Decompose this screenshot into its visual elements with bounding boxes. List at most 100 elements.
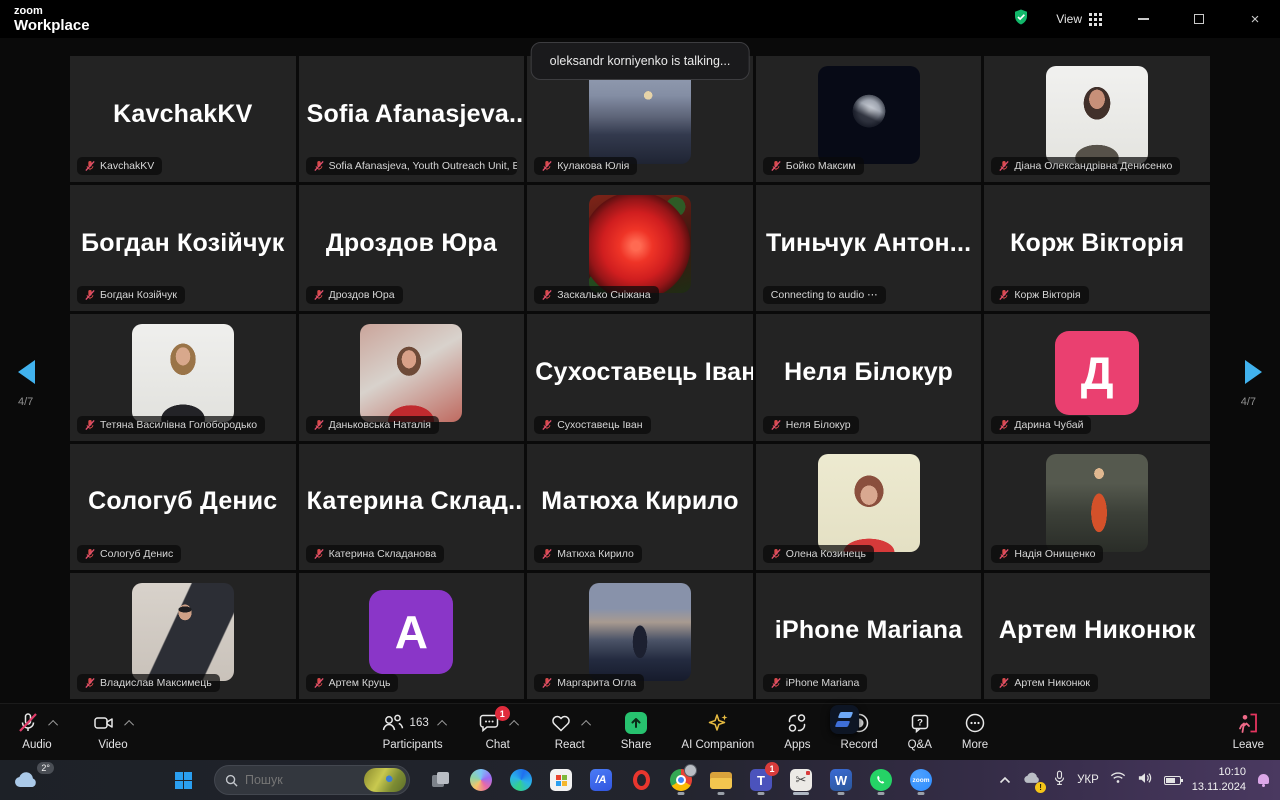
- participant-tile[interactable]: KavchakKV KavchakKV: [70, 56, 296, 182]
- participant-tile[interactable]: Надія Онищенко: [984, 444, 1210, 570]
- share-button[interactable]: Share: [621, 711, 652, 751]
- participant-tile[interactable]: Діана Олександрівна Денисенко: [984, 56, 1210, 182]
- mic-tray-icon[interactable]: [1053, 770, 1066, 791]
- zoom-app-icon[interactable]: zoom: [908, 765, 934, 795]
- security-shield-icon[interactable]: [1012, 8, 1030, 31]
- zoom-logo-bottom: Workplace: [14, 18, 90, 33]
- app-icon-a[interactable]: /A: [588, 765, 614, 795]
- participants-options-chevron[interactable]: [437, 719, 447, 729]
- participant-video-placeholder: [360, 324, 462, 422]
- participant-name-tag: Матюха Кирило: [534, 545, 642, 563]
- video-options-chevron[interactable]: [124, 719, 134, 729]
- more-button[interactable]: More: [962, 711, 988, 751]
- restore-button[interactable]: [1184, 4, 1214, 34]
- audio-options-chevron[interactable]: [48, 719, 58, 729]
- language-indicator[interactable]: УКР: [1077, 774, 1099, 786]
- copilot-icon[interactable]: [468, 765, 494, 795]
- participant-tile[interactable]: Артем Никонюк Артем Никонюк: [984, 573, 1210, 699]
- muted-mic-icon: [999, 419, 1009, 431]
- bing-daily-image[interactable]: [364, 768, 406, 792]
- onedrive-warning-badge: !: [1035, 782, 1046, 793]
- notification-bell-icon[interactable]: [1257, 773, 1270, 787]
- battery-icon[interactable]: [1164, 776, 1181, 785]
- participant-video-placeholder: [589, 583, 691, 681]
- participant-tile[interactable]: Сухоставець Іван Сухоставець Іван: [527, 314, 753, 440]
- file-explorer-icon[interactable]: [708, 765, 734, 795]
- participant-video-placeholder: [818, 454, 920, 552]
- tray-expand-icon[interactable]: [999, 771, 1011, 789]
- store-icon[interactable]: [548, 765, 574, 795]
- participant-video-placeholder: [132, 324, 234, 422]
- onedrive-icon[interactable]: !: [1022, 771, 1042, 790]
- muted-mic-icon: [314, 419, 324, 431]
- close-button[interactable]: ×: [1240, 4, 1270, 34]
- word-icon[interactable]: W: [828, 765, 854, 795]
- react-button[interactable]: React: [549, 711, 591, 751]
- participant-tile[interactable]: Матюха Кирило Матюха Кирило: [527, 444, 753, 570]
- camera-icon: [92, 711, 116, 735]
- video-button[interactable]: Video: [92, 711, 134, 751]
- participant-tile[interactable]: Бойко Максим: [756, 56, 982, 182]
- teams-icon[interactable]: T1: [748, 765, 774, 795]
- participant-tile[interactable]: Олена Козинець: [756, 444, 982, 570]
- participant-tile[interactable]: Корж Вікторія Корж Вікторія: [984, 185, 1210, 311]
- page-indicator: 4/7: [1241, 396, 1256, 408]
- qa-button[interactable]: ? Q&A: [908, 711, 932, 751]
- muted-mic-icon: [771, 160, 781, 172]
- participant-video-placeholder: [1046, 66, 1148, 164]
- participant-name-tag: Надія Онищенко: [991, 545, 1103, 563]
- participant-name-tag: Артем Никонюк: [991, 674, 1098, 692]
- teams-badge: 1: [765, 762, 779, 776]
- chat-button[interactable]: 1 Chat: [477, 711, 519, 751]
- chrome-icon[interactable]: [668, 765, 694, 795]
- participant-tile[interactable]: Даньковська Наталія: [299, 314, 525, 440]
- snipping-tool-icon[interactable]: ✂: [788, 765, 814, 795]
- participant-tile[interactable]: Неля Білокур Неля Білокур: [756, 314, 982, 440]
- participant-tile[interactable]: Катерина Склад... Катерина Складанова: [299, 444, 525, 570]
- search-input[interactable]: [245, 773, 345, 787]
- edge-icon[interactable]: [508, 765, 534, 795]
- leave-button[interactable]: Leave: [1233, 711, 1264, 751]
- participant-tile[interactable]: iPhone Mariana iPhone Mariana: [756, 573, 982, 699]
- participant-tile[interactable]: Дроздов Юра Дроздов Юра: [299, 185, 525, 311]
- search-bar[interactable]: [214, 765, 410, 795]
- opera-icon[interactable]: [628, 765, 654, 795]
- start-button[interactable]: [170, 765, 196, 795]
- minimize-button[interactable]: [1128, 4, 1158, 34]
- participant-tile[interactable]: Сологуб Денис Сологуб Денис: [70, 444, 296, 570]
- more-icon: [963, 711, 987, 735]
- chat-options-chevron[interactable]: [509, 719, 519, 729]
- zoom-logo: zoom Workplace: [10, 6, 90, 33]
- participant-tile[interactable]: Заскалько Сніжана: [527, 185, 753, 311]
- participant-tile[interactable]: Тиньчук Антон... Connecting to audio ⋯: [756, 185, 982, 311]
- view-button[interactable]: View: [1056, 12, 1102, 26]
- participant-tile[interactable]: Маргарита Огла: [527, 573, 753, 699]
- participant-tile[interactable]: А Артем Круць: [299, 573, 525, 699]
- audio-button[interactable]: Audio: [16, 711, 58, 751]
- participant-name-tag: iPhone Mariana: [763, 674, 868, 692]
- whatsapp-icon[interactable]: [868, 765, 894, 795]
- participant-tile[interactable]: Богдан Козійчук Богдан Козійчук: [70, 185, 296, 311]
- muted-mic-icon: [542, 289, 552, 301]
- next-page-arrow[interactable]: [1245, 360, 1262, 384]
- muted-mic-icon: [771, 419, 781, 431]
- volume-icon[interactable]: [1137, 771, 1153, 790]
- task-view-icon[interactable]: [428, 765, 454, 795]
- participant-tile[interactable]: Д Дарина Чубай: [984, 314, 1210, 440]
- ai-companion-button[interactable]: AI Companion: [681, 711, 754, 751]
- participant-tile[interactable]: Sofia Afanasjeva... Sofia Afanasjeva, Yo…: [299, 56, 525, 182]
- participants-button[interactable]: 163 Participants: [379, 711, 447, 751]
- wifi-icon[interactable]: [1110, 771, 1126, 789]
- record-button[interactable]: Record: [841, 711, 878, 751]
- weather-widget[interactable]: 2°: [12, 770, 40, 790]
- meeting-toolbar: Audio Video 163 Participants 1 Chat Reac…: [0, 703, 1280, 760]
- participants-count: 163: [410, 717, 429, 729]
- grid-view-icon: [1089, 13, 1102, 26]
- prev-page-arrow[interactable]: [18, 360, 35, 384]
- participant-tile[interactable]: Владислав Максимець: [70, 573, 296, 699]
- title-bar: zoom Workplace View ×: [0, 0, 1280, 38]
- apps-button[interactable]: Apps: [784, 711, 810, 751]
- clock[interactable]: 10:10 13.11.2024: [1192, 765, 1246, 795]
- participant-tile[interactable]: Тетяна Василівна Голобородько: [70, 314, 296, 440]
- react-options-chevron[interactable]: [581, 719, 591, 729]
